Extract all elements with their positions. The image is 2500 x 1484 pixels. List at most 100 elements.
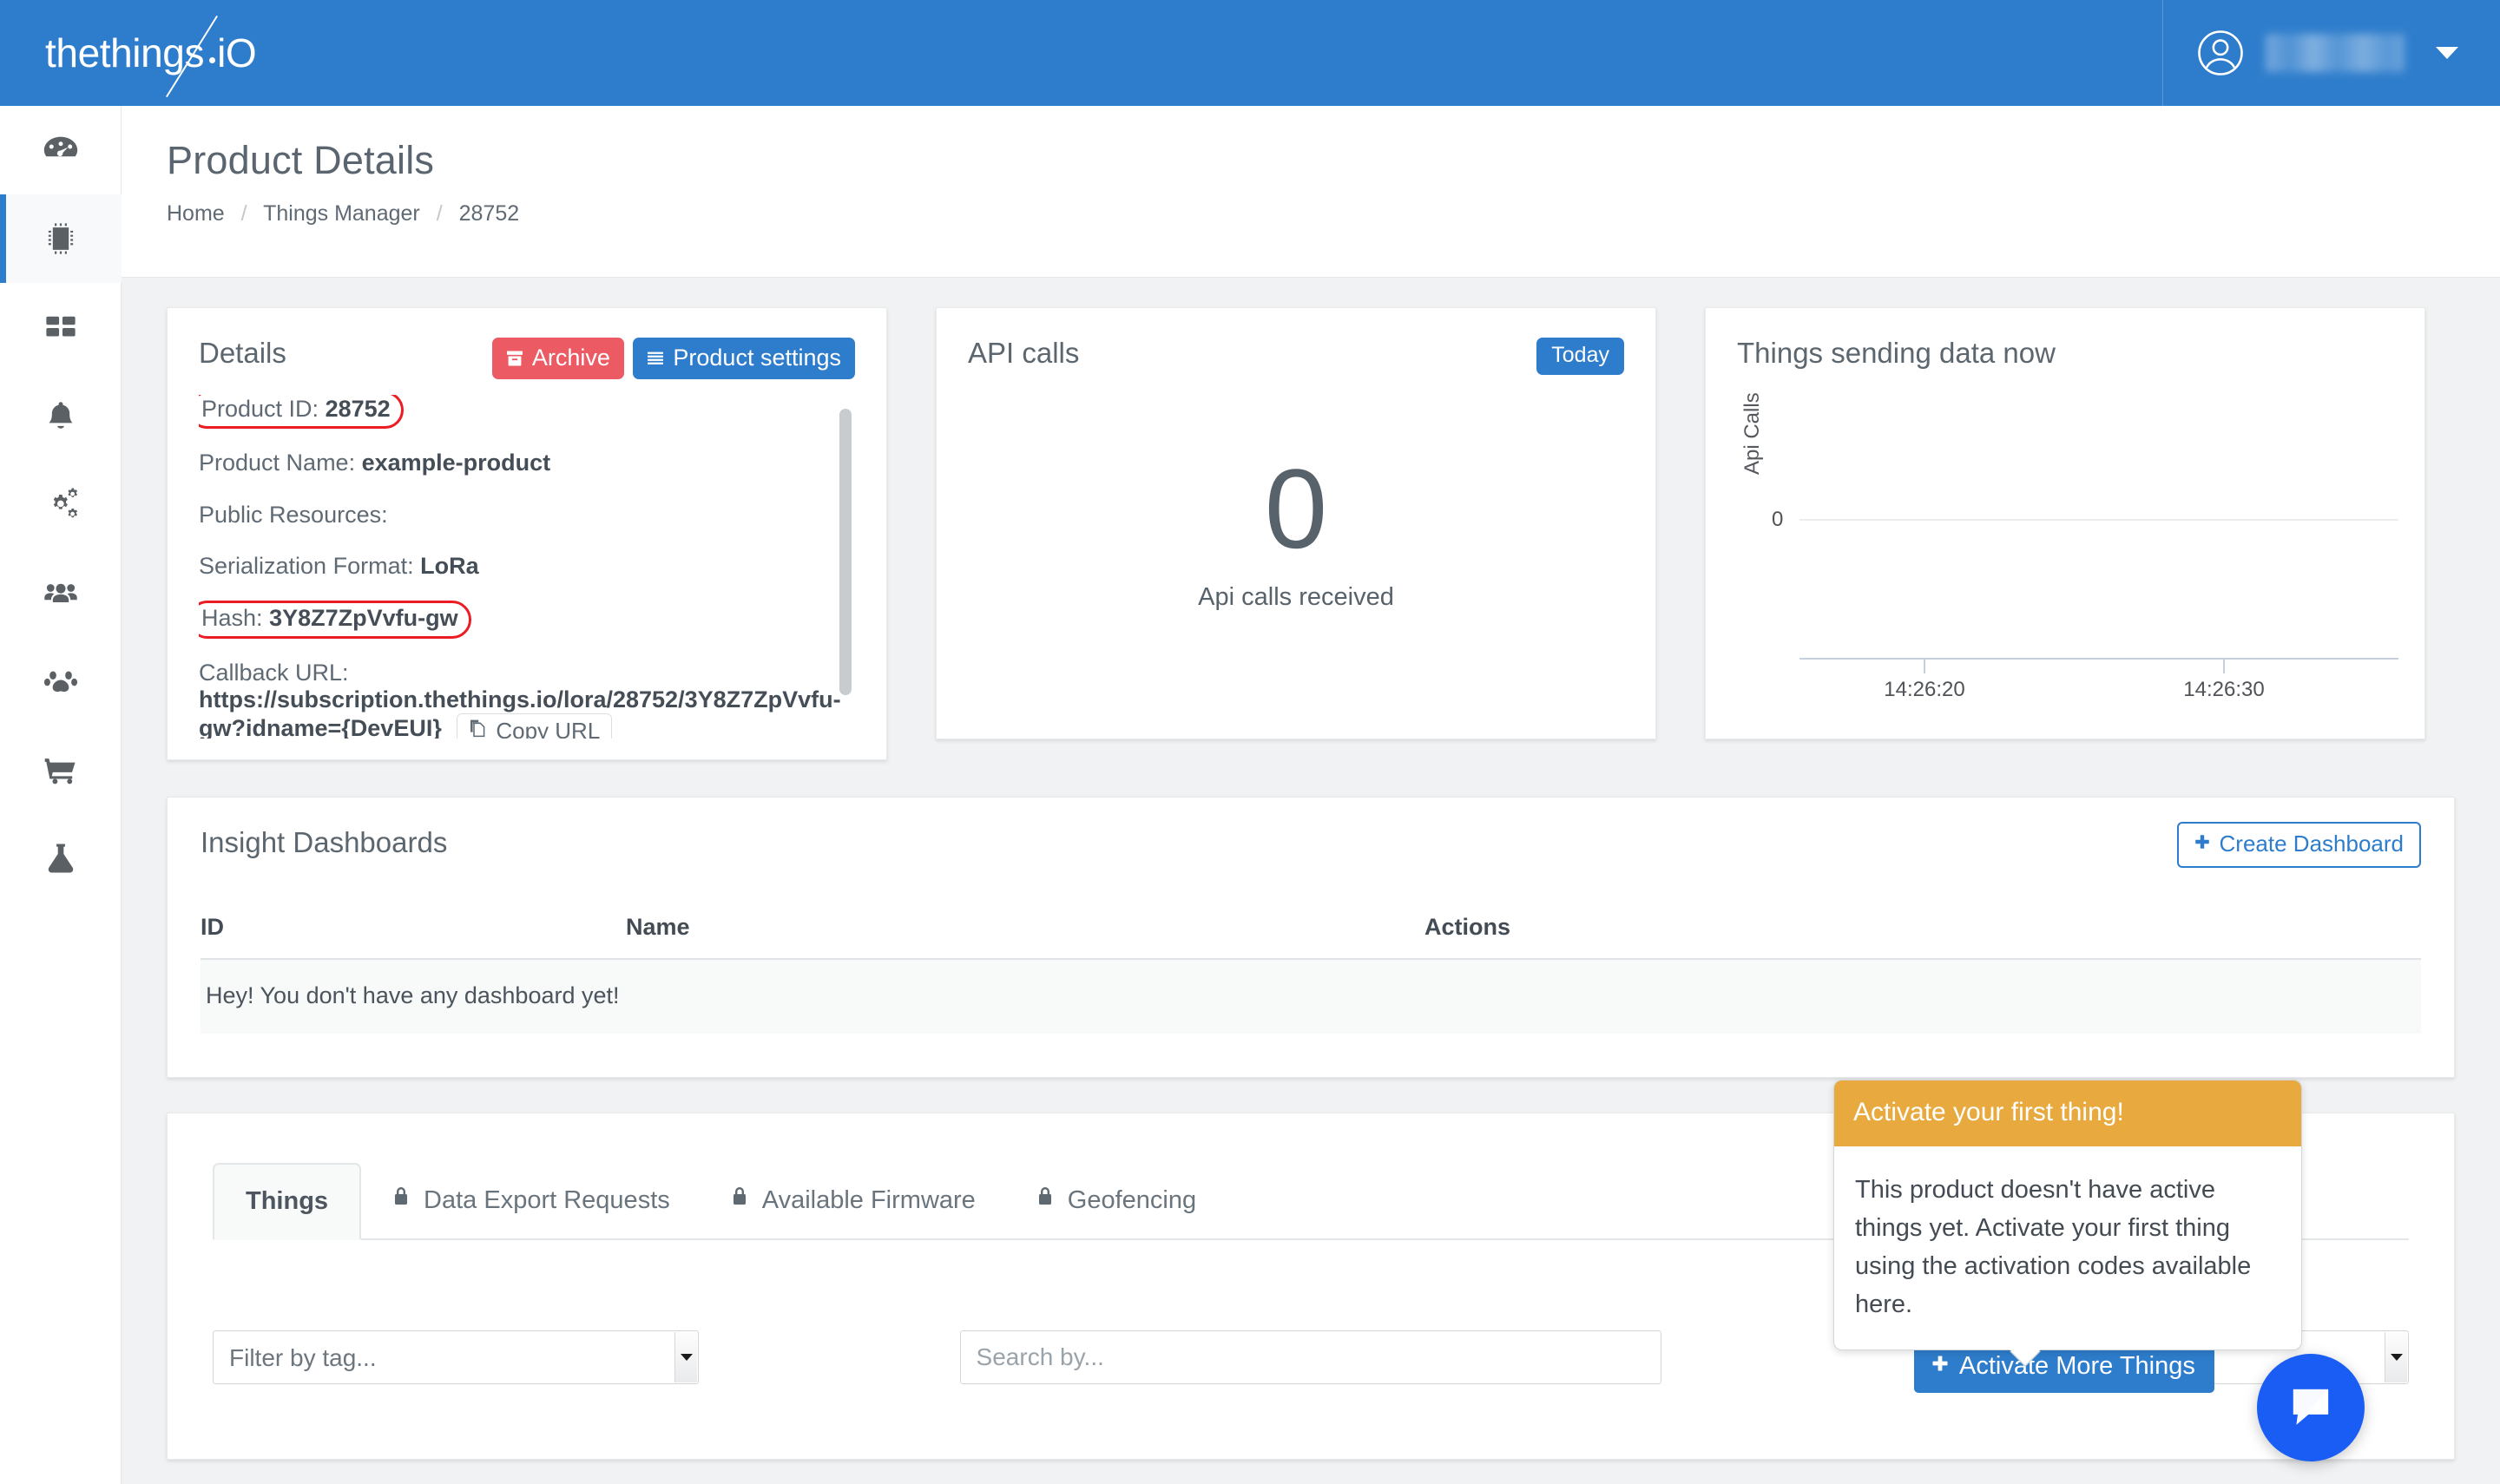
chart-x-tick-1	[1924, 658, 1925, 673]
breadcrumb-separator: /	[241, 201, 247, 226]
field-hash: Hash: 3Y8Z7ZpVvfu-gw	[199, 604, 836, 634]
sidebar-item-alerts[interactable]	[0, 371, 122, 460]
popover-arrow	[2010, 1349, 2041, 1365]
sidebar-item-things-manager[interactable]	[0, 194, 122, 283]
chart-y-tick-0: 0	[1772, 508, 1783, 532]
tab-available-firmware-label: Available Firmware	[762, 1186, 976, 1215]
breadcrumb-item-home[interactable]: Home	[167, 201, 225, 226]
sidebar-item-pets[interactable]	[0, 637, 122, 726]
tab-things[interactable]: Things	[213, 1163, 361, 1240]
sidebar-item-panels[interactable]	[0, 283, 122, 371]
users-icon	[42, 574, 80, 612]
details-scrollbar[interactable]	[839, 409, 852, 695]
user-menu[interactable]	[2162, 0, 2500, 106]
details-title: Details	[199, 338, 286, 369]
api-calls-range-button[interactable]: Today	[1536, 338, 1624, 375]
activate-more-things-label: Activate More Things	[1959, 1352, 2195, 1381]
tab-data-export-requests[interactable]: Data Export Requests	[361, 1162, 700, 1238]
archive-button[interactable]: Archive	[492, 338, 624, 379]
sidebar-item-settings[interactable]	[0, 460, 122, 548]
column-header-id: ID	[201, 914, 626, 941]
breadcrumb-item-things-manager[interactable]: Things Manager	[263, 201, 420, 226]
user-name-redacted	[2266, 34, 2405, 72]
product-name-label: Product Name:	[199, 450, 355, 476]
callback-url-label: Callback URL:	[199, 660, 349, 686]
filter-by-tag-select[interactable]: Filter by tag...	[213, 1330, 699, 1384]
chart-gridline	[1799, 519, 2398, 521]
cogs-icon	[42, 485, 80, 523]
api-calls-card: API calls Today 0 Api calls received	[936, 307, 1656, 739]
serialization-value: LoRa	[420, 553, 479, 579]
column-header-actions: Actions	[1424, 914, 1510, 941]
popover-body: This product doesn't have active things …	[1834, 1146, 2301, 1349]
table-empty-row: Hey! You don't have any dashboard yet!	[201, 958, 2421, 1034]
api-calls-caption: Api calls received	[1198, 583, 1394, 612]
api-calls-body: 0 Api calls received	[968, 380, 1624, 693]
product-id-value: 28752	[326, 396, 391, 422]
chart-x-label-1: 14:26:20	[1884, 678, 1964, 702]
brand-logo[interactable]: thethings iO	[0, 33, 286, 73]
sidebar-item-users[interactable]	[0, 548, 122, 637]
chart-x-tick-2	[2223, 658, 2225, 673]
field-product-name: Product Name: example-product	[199, 450, 836, 476]
breadcrumb: Home / Things Manager / 28752	[167, 201, 2500, 227]
sidebar	[0, 106, 122, 1484]
product-settings-button[interactable]: Product settings	[633, 338, 855, 379]
brand-suffix: iO	[217, 30, 256, 76]
create-dashboard-button[interactable]: Create Dashboard	[2177, 822, 2421, 868]
lock-icon	[391, 1185, 411, 1216]
hash-label: Hash:	[201, 605, 263, 631]
field-public-resources: Public Resources:	[199, 502, 836, 529]
dashboard-icon	[41, 130, 81, 170]
api-calls-title: API calls	[968, 338, 1079, 369]
chevron-down-icon[interactable]	[2436, 47, 2458, 59]
copy-icon	[467, 718, 488, 739]
copy-url-label: Copy URL	[496, 718, 600, 739]
brand-dot-icon	[209, 57, 215, 63]
chart-x-axis	[1799, 658, 2398, 660]
chat-bubble-icon	[2284, 1379, 2338, 1437]
paw-icon	[42, 662, 80, 700]
tab-geofencing[interactable]: Geofencing	[1005, 1162, 1226, 1238]
chevron-down-icon[interactable]	[2385, 1332, 2407, 1382]
product-id-highlight: Product ID: 28752	[199, 395, 404, 429]
insight-dashboards-card: Insight Dashboards Create Dashboard ID N…	[167, 797, 2455, 1078]
chevron-down-icon[interactable]	[674, 1332, 697, 1382]
grid-icon	[43, 309, 79, 345]
serialization-label: Serialization Format:	[199, 553, 414, 579]
popover-heading: Activate your first thing!	[1834, 1080, 2301, 1146]
filter-by-tag-wrapper: Filter by tag...	[213, 1330, 699, 1384]
tab-available-firmware[interactable]: Available Firmware	[700, 1162, 1005, 1238]
search-input[interactable]	[960, 1330, 1662, 1384]
activate-first-thing-popover: Activate your first thing! This product …	[1833, 1080, 2302, 1350]
lock-icon	[1035, 1185, 1056, 1216]
sidebar-item-store[interactable]	[0, 726, 122, 814]
insight-dashboards-table: ID Name Actions Hey! You don't have any …	[201, 914, 2421, 1034]
things-sending-data-card: Things sending data now Api Calls 0 14:2…	[1705, 307, 2425, 739]
copy-url-button[interactable]: Copy URL	[457, 713, 612, 739]
breadcrumb-item-product-id[interactable]: 28752	[459, 201, 520, 226]
page-header: Product Details Home / Things Manager / …	[122, 106, 2500, 278]
public-resources-label: Public Resources:	[199, 502, 388, 528]
product-name-value: example-product	[362, 450, 551, 476]
hash-value: 3Y8Z7ZpVvfu-gw	[269, 605, 458, 631]
field-callback-url: Callback URL: https://subscription.theth…	[199, 660, 836, 739]
brand-name: thethings	[45, 30, 204, 76]
avatar	[2196, 29, 2245, 77]
archive-button-label: Archive	[532, 345, 610, 371]
sidebar-item-labs[interactable]	[0, 814, 122, 903]
brand-logo-text: thethings iO	[45, 33, 256, 73]
details-actions: Archive Product settings	[492, 338, 855, 379]
list-lines-icon	[645, 348, 666, 369]
details-card-header: Details Archive	[199, 338, 855, 379]
tab-geofencing-label: Geofencing	[1068, 1186, 1196, 1215]
sidebar-item-dashboard[interactable]	[0, 106, 122, 194]
cart-icon	[42, 751, 80, 789]
details-card: Details Archive	[167, 307, 887, 760]
field-product-id: Product ID: 28752	[199, 395, 836, 425]
lock-icon	[729, 1185, 750, 1216]
summary-cards-row: Details Archive	[167, 307, 2455, 760]
breadcrumb-separator: /	[437, 201, 443, 226]
product-settings-button-label: Product settings	[673, 345, 841, 371]
chat-widget-button[interactable]	[2257, 1354, 2365, 1461]
